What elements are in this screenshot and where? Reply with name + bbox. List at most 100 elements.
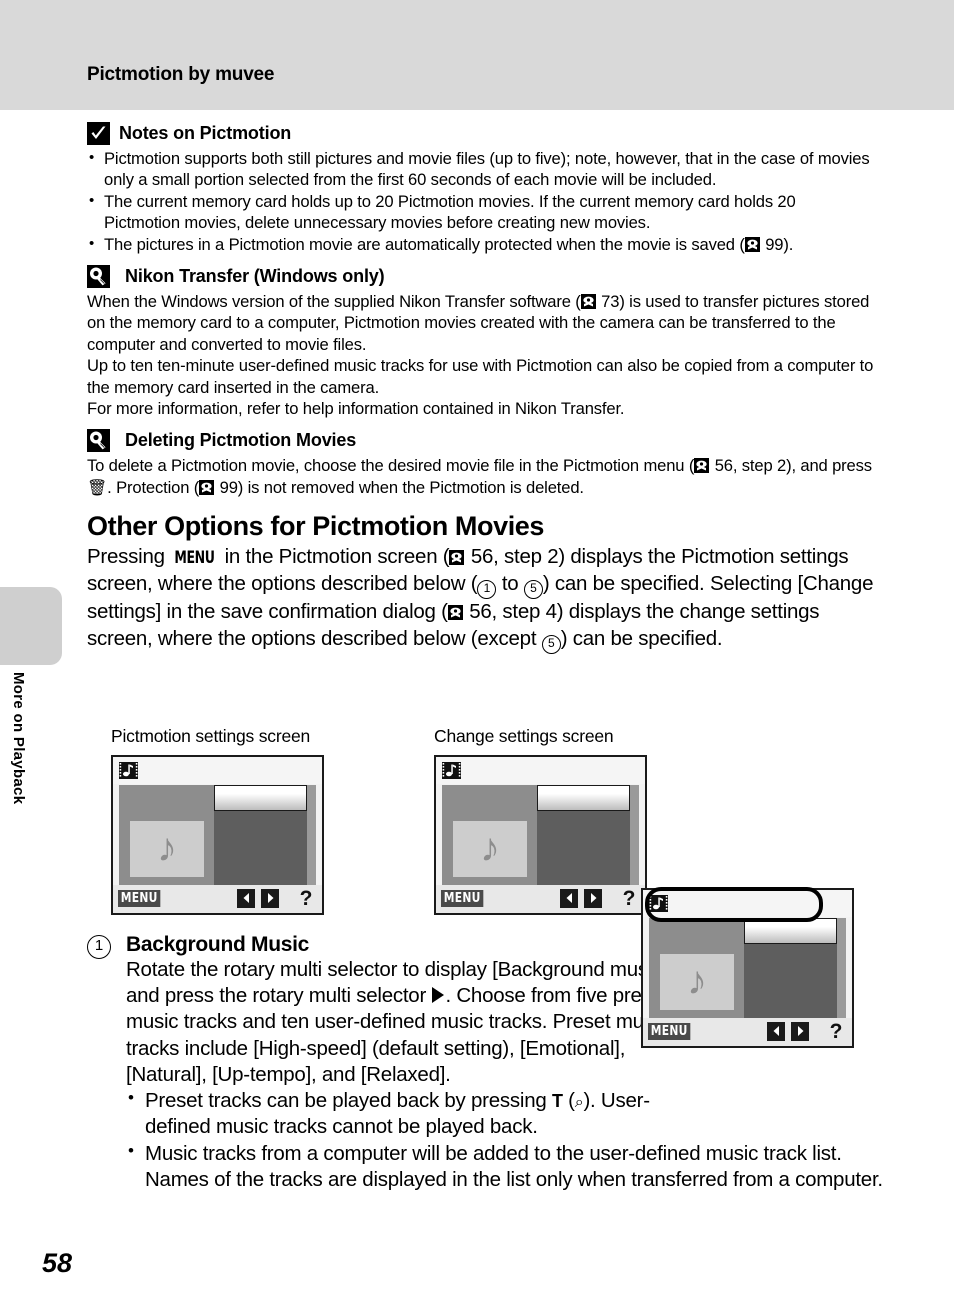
manual-reference-icon <box>744 236 760 252</box>
film-music-icon <box>442 762 461 779</box>
sec-d: to <box>496 571 524 595</box>
del-c: . Protection ( <box>107 477 200 497</box>
help-button[interactable]: ? <box>620 888 638 909</box>
list-item: The pictures in a Pictmotion movie are a… <box>87 234 874 255</box>
change-settings-screen: ♪ MENU ? <box>434 755 647 915</box>
del-b: , step 2), and press <box>732 456 872 476</box>
lightbulb-square-icon <box>87 264 110 288</box>
screen-scrollbar[interactable] <box>630 785 639 885</box>
screen-scrollbar[interactable] <box>837 918 846 1018</box>
bm-bullet1-a: Preset tracks can be played back by pres… <box>145 1089 552 1113</box>
film-music-icon <box>119 762 138 779</box>
right-arrow-icon[interactable] <box>584 889 602 908</box>
list-item: Pictmotion supports both still pictures … <box>87 148 874 191</box>
music-note-icon: ♪ <box>480 826 500 871</box>
sec-g: ) can be specified. <box>560 626 723 650</box>
check-square-icon <box>87 122 110 145</box>
screen-scrollbar[interactable] <box>307 785 316 885</box>
deleting-heading-text: Deleting Pictmotion Movies <box>125 430 357 451</box>
music-note-icon: ♪ <box>157 826 177 871</box>
nikon-transfer-paragraph-1: When the Windows version of the supplied… <box>87 291 874 355</box>
deleting-paragraph: To delete a Pictmotion movie, choose the… <box>87 455 874 499</box>
running-header-band <box>0 0 954 110</box>
left-arrow-icon[interactable] <box>560 889 578 908</box>
deleting-heading: Deleting Pictmotion Movies <box>87 429 874 453</box>
del-a: To delete a Pictmotion movie, choose the… <box>87 456 695 476</box>
screen-selected-row[interactable] <box>214 785 307 811</box>
screen-bottom-bar: MENU ? <box>436 885 645 913</box>
screen-music-thumbnail: ♪ <box>453 821 527 877</box>
side-tab-label: More on Playback <box>10 672 27 805</box>
page-content: Notes on Pictmotion Pictmotion supports … <box>87 122 883 1191</box>
notes-bullet-3-ref: 99). <box>765 234 794 254</box>
right-arrow-icon[interactable] <box>791 1022 809 1041</box>
circled-number-5: 5 <box>523 579 543 599</box>
del-d: ) is not removed when the Pictmotion is … <box>237 477 584 497</box>
list-item: The current memory card holds up to 20 P… <box>87 191 874 234</box>
nikon-transfer-paragraph-3: For more information, refer to help info… <box>87 398 625 418</box>
help-button[interactable]: ? <box>297 888 315 909</box>
notes-heading-text: Notes on Pictmotion <box>119 123 292 143</box>
circled-number-1: 1 <box>477 579 497 599</box>
screen-menu-button[interactable]: MENU <box>648 1023 691 1040</box>
left-screen-caption: Pictmotion settings screen <box>111 726 311 746</box>
sec-ref1: 56 <box>470 545 494 569</box>
notes-bullet-2: The current memory card holds up to 20 P… <box>104 191 796 233</box>
manual-reference-icon <box>694 458 710 474</box>
background-music-screen: ♪ MENU ? <box>641 887 854 1048</box>
nt-p1-ref: 73 <box>601 291 620 311</box>
manual-reference-icon <box>580 293 596 309</box>
bm-bullet1-b: ( <box>562 1089 575 1113</box>
screen-menu-button[interactable]: MENU <box>441 890 484 907</box>
sec-a: Pressing <box>87 545 171 569</box>
notes-heading: Notes on Pictmotion <box>87 122 874 145</box>
screen-music-thumbnail: ♪ <box>660 954 734 1010</box>
sec-b: in the Pictmotion screen ( <box>219 545 450 569</box>
menu-button-glyph: MENU <box>174 548 216 569</box>
manual-reference-icon <box>449 550 465 566</box>
notes-bullet-1: Pictmotion supports both still pictures … <box>104 149 870 190</box>
section-paragraph: Pressing MENU in the Pictmotion screen (… <box>87 544 874 654</box>
screen-music-thumbnail: ♪ <box>130 821 204 877</box>
background-music-bullets: Preset tracks can be played back by pres… <box>126 1087 883 1193</box>
nikon-transfer-heading-text: Nikon Transfer (Windows only) <box>125 265 385 286</box>
notes-bullet-3-text: The pictures in a Pictmotion movie are a… <box>104 234 735 254</box>
section-title: Other Options for Pictmotion Movies <box>87 511 545 542</box>
screen-body: ♪ <box>442 785 639 885</box>
nt-p1-a: When the Windows version of the supplied… <box>87 291 581 311</box>
side-thumb-tab <box>0 587 62 665</box>
right-arrow-icon[interactable] <box>261 889 279 908</box>
nikon-transfer-heading: Nikon Transfer (Windows only) <box>87 264 874 288</box>
notes-bullet-list: Pictmotion supports both still pictures … <box>87 148 874 255</box>
bm-bullet2: Music tracks from a computer will be add… <box>145 1141 883 1191</box>
screen-body: ♪ <box>649 918 846 1018</box>
screen-body: ♪ <box>119 785 316 885</box>
del-ref2: 99 <box>219 477 238 497</box>
list-item: Music tracks from a computer will be add… <box>126 1140 905 1193</box>
screen-bottom-bar: MENU ? <box>643 1018 852 1046</box>
screen-menu-button[interactable]: MENU <box>118 890 161 907</box>
screen-top-bar <box>436 757 645 784</box>
nikon-transfer-paragraph-2: Up to ten ten-minute user-defined music … <box>87 356 874 397</box>
sec-ref2: 56 <box>469 599 492 623</box>
page-number: 58 <box>42 1248 73 1278</box>
right-arrow-icon <box>432 987 445 1004</box>
pictmotion-settings-screen: ♪ MENU ? <box>111 755 324 915</box>
screen-top-bar <box>113 757 322 784</box>
tele-button-glyph: T <box>551 1091 563 1112</box>
left-arrow-icon[interactable] <box>767 1022 785 1041</box>
left-arrow-icon[interactable] <box>237 889 255 908</box>
list-item: Preset tracks can be played back by pres… <box>126 1087 675 1140</box>
circled-number-5-b: 5 <box>541 634 561 654</box>
manual-reference-icon <box>199 479 215 495</box>
music-note-icon: ♪ <box>687 959 707 1004</box>
background-music-body: Rotate the rotary multi selector to disp… <box>126 957 671 1088</box>
right-screen-caption: Change settings screen <box>434 726 614 746</box>
screen-bottom-bar: MENU ? <box>113 885 322 913</box>
screen-selected-row[interactable] <box>537 785 630 811</box>
del-ref1: 56 <box>714 456 733 476</box>
circled-number-1: 1 <box>87 935 111 959</box>
help-button[interactable]: ? <box>827 1021 845 1042</box>
trash-icon: 🗑 <box>87 479 108 497</box>
manual-reference-icon <box>447 604 463 620</box>
